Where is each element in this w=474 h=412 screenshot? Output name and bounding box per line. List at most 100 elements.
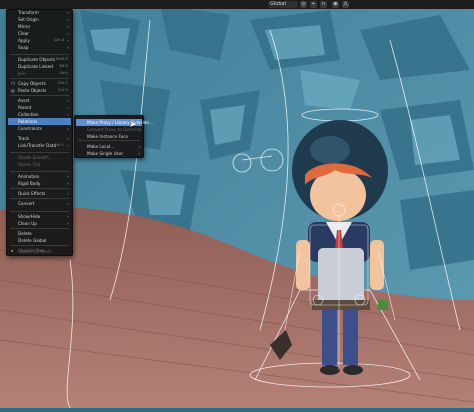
submenu-arrow-icon: › [67, 136, 69, 141]
menu-item-label: Rigid Body [18, 181, 41, 186]
menu-item-clean-up[interactable]: Clean Up › [8, 220, 71, 227]
menu-item-shortcut: Ctrl L [54, 143, 64, 147]
dot-icon: • [11, 249, 14, 254]
menu-item-delete[interactable]: Delete [8, 230, 71, 237]
menu-item-show-hide[interactable]: Show/Hide › [8, 213, 71, 220]
menu-item-collection[interactable]: Collection › [8, 111, 71, 118]
submenu-arrow-icon: › [67, 181, 69, 186]
falloff-icon[interactable]: ⋀ [342, 1, 349, 8]
submenu-arrow-icon: › [67, 24, 69, 29]
submenu-item-make-local[interactable]: Make Local... › [76, 143, 142, 150]
menu-separator [78, 140, 140, 141]
menu-item-label: Make Single User [87, 151, 124, 156]
menu-item-clear[interactable]: Clear › [8, 30, 71, 37]
orientation-label: Global [270, 1, 286, 7]
object-context-menu: Transform › Set Origin › Mirror › Clear › Apply C… [6, 9, 73, 256]
menu-item-paste-objects[interactable]: ▤ Paste Objects Ctrl V [8, 87, 71, 94]
menu-item-label: Delete Global [18, 238, 47, 243]
menu-item-shortcut: Ctrl J [59, 71, 68, 75]
menu-item-link-transfer-data[interactable]: Link/Transfer Data Ctrl L › [8, 142, 71, 149]
menu-item-label: Make Instance Face [87, 134, 128, 139]
menu-separator [10, 211, 69, 212]
menu-separator [10, 78, 69, 79]
menu-item-label: Delete [18, 231, 32, 236]
menu-item-shortcut: Ctrl A [54, 38, 64, 42]
menu-item-label: Snap [18, 45, 29, 50]
menu-item-delete-global[interactable]: Delete Global [8, 237, 71, 244]
menu-separator [10, 198, 69, 199]
transform-orientation-dropdown[interactable]: Global [268, 1, 298, 8]
menu-item-label: Set Origin [18, 17, 39, 22]
menu-item-label: Convert [18, 201, 35, 206]
menu-item-shortcut: Alt D [59, 64, 68, 68]
menu-item-quick-effects[interactable]: Quick Effects › [8, 190, 71, 197]
menu-item-set-origin[interactable]: Set Origin › [8, 16, 71, 23]
submenu-arrow-icon: › [67, 201, 69, 206]
menu-item-label: Show/Hide [18, 214, 41, 219]
mouse-cursor-icon: ➤ [129, 120, 137, 130]
menu-item-label: Apply [18, 38, 30, 43]
menu-item-duplicate-objects[interactable]: Duplicate Objects Shift D [8, 56, 71, 63]
submenu-arrow-icon: › [67, 98, 69, 103]
menu-item-parent[interactable]: Parent › [8, 104, 71, 111]
submenu-arrow-icon: › [67, 45, 69, 50]
menu-item-label: Asset [18, 98, 30, 103]
submenu-arrow-icon: › [67, 214, 69, 219]
menu-item-constraints[interactable]: Constraints › [8, 125, 71, 132]
menu-separator [10, 245, 69, 246]
submenu-arrow-icon: › [67, 174, 69, 179]
menu-separator [10, 188, 69, 189]
submenu-arrow-icon: › [67, 143, 69, 148]
submenu-arrow-icon: › [67, 221, 69, 226]
menu-item-apply[interactable]: Apply Ctrl A › [8, 37, 71, 44]
menu-item-label: Collection [18, 112, 39, 117]
menu-item-label: Track [18, 136, 29, 141]
submenu-arrow-icon: › [67, 105, 69, 110]
menu-item-copy-objects[interactable]: ❐ Copy Objects Ctrl C [8, 80, 71, 87]
menu-item-label: Shade Flat [18, 162, 41, 167]
snap-icon[interactable]: ⌖ [310, 1, 317, 8]
menu-item-label: Quick Effects [18, 191, 46, 196]
menu-item-snap[interactable]: Snap › [8, 44, 71, 51]
menu-item-label: Animation [18, 174, 40, 179]
menu-item-label: Paste Objects [18, 88, 47, 93]
menu-item-label: Link/Transfer Data [18, 143, 57, 148]
proportional-edit-icon[interactable]: ◉ [332, 1, 339, 8]
submenu-arrow-icon: › [67, 119, 69, 124]
menu-item-transform[interactable]: Transform › [8, 9, 71, 16]
menu-item-shortcut: Ctrl V [58, 88, 68, 92]
magnet-icon[interactable]: ∩ [320, 1, 327, 8]
submenu-arrow-icon: › [138, 151, 140, 156]
submenu-arrow-icon: › [138, 144, 140, 149]
menu-item-label: Constraints [18, 126, 42, 131]
menu-item-mirror[interactable]: Mirror › [8, 23, 71, 30]
menu-item-asset[interactable]: Asset › [8, 97, 71, 104]
menu-item-label: Shade Smooth [18, 155, 49, 160]
menu-item-shade-flat: Shade Flat [8, 161, 71, 168]
submenu-arrow-icon: › [67, 17, 69, 22]
menu-item-label: Mirror [18, 24, 31, 29]
menu-item-label: Viewer De-Mesh [18, 249, 52, 254]
menu-item-duplicate-linked[interactable]: Duplicate Linked Alt D [8, 63, 71, 70]
apron [318, 248, 364, 306]
submenu-arrow-icon: › [67, 31, 69, 36]
menu-item-convert[interactable]: Convert › [8, 200, 71, 207]
menu-item-label: Make Local... [87, 144, 115, 149]
menu-item-label: Parent [18, 105, 32, 110]
menu-item-label: Copy Objects [18, 81, 46, 86]
submenu-item-make-instance-face[interactable]: Make Instance Face [76, 133, 142, 140]
menu-item-label: Clear [18, 31, 29, 36]
menu-item-animation[interactable]: Animation › [8, 173, 71, 180]
submenu-arrow-icon: › [67, 10, 69, 15]
menu-item-shade-smooth: Shade Smooth [8, 154, 71, 161]
submenu-arrow-icon: › [67, 126, 69, 131]
submenu-item-make-single-user[interactable]: Make Single User › [76, 150, 142, 157]
menu-item-track[interactable]: Track › [8, 135, 71, 142]
menu-item-relations[interactable]: Relations › [8, 118, 71, 125]
menu-item-rigid-body[interactable]: Rigid Body › [8, 180, 71, 187]
menu-separator [10, 228, 69, 229]
viewport-header: Global ◎ ⌖ ∩ ◉ ⋀ [0, 0, 474, 9]
menu-item-shortcut: Ctrl C [57, 81, 68, 85]
copy-icon: ❐ [11, 81, 15, 86]
pivot-icon[interactable]: ◎ [300, 1, 307, 8]
